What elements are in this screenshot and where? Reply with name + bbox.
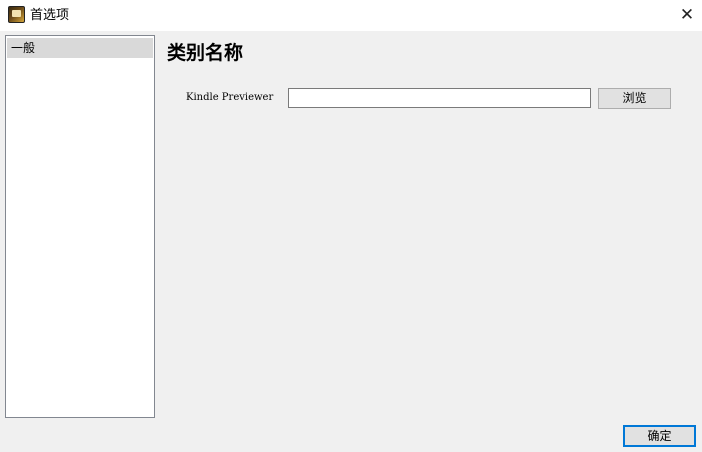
kindle-previewer-label: Kindle Previewer	[186, 92, 274, 103]
browse-button[interactable]: 浏览	[598, 88, 671, 109]
kindle-app-icon	[8, 6, 25, 23]
ok-button[interactable]: 确定	[623, 425, 696, 447]
sidebar-item-general[interactable]: 一般	[7, 38, 153, 58]
window-title: 首选项	[30, 8, 70, 23]
close-button[interactable]: ✕	[672, 0, 702, 31]
section-title: 类别名称	[167, 42, 244, 64]
category-list[interactable]: 一般	[5, 35, 155, 418]
kindle-previewer-path-input[interactable]	[288, 88, 591, 108]
dialog-body: 一般 类别名称 Kindle Previewer 浏览 确定	[0, 31, 702, 452]
title-bar: 首选项 ✕	[0, 0, 702, 31]
